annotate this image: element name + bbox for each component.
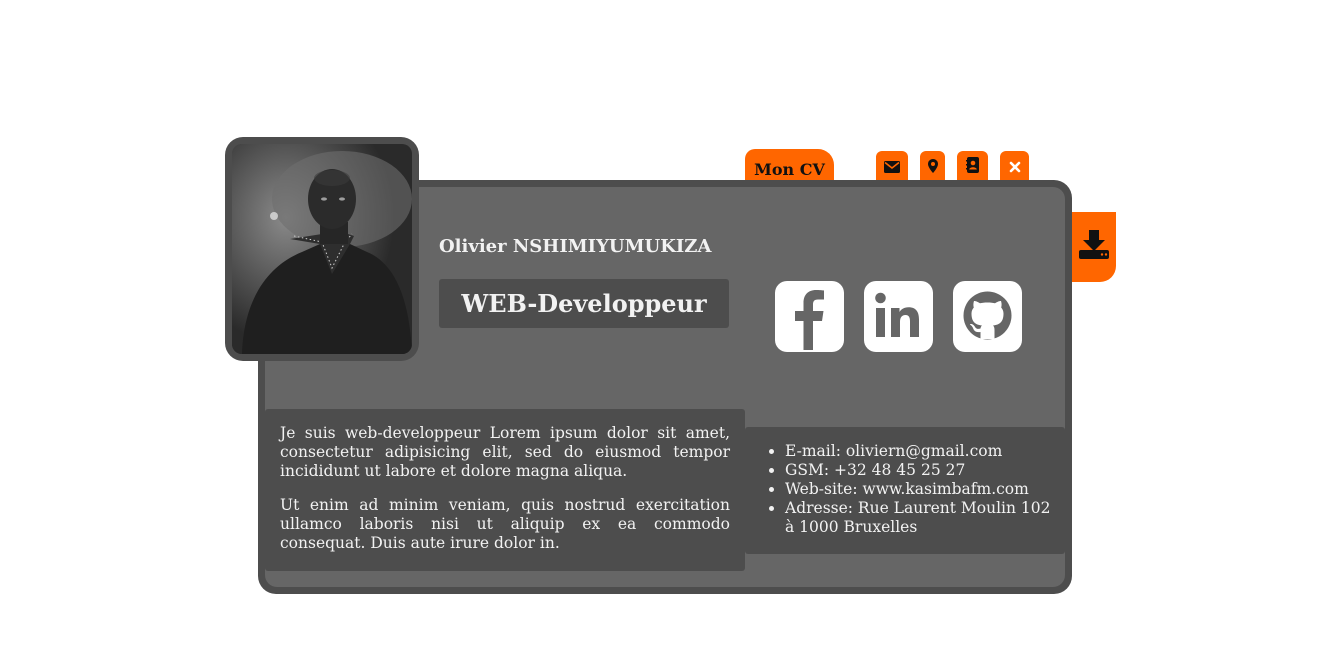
bio-paragraph-1: Je suis web-developpeur Lorem ipsum dolo… (280, 424, 730, 480)
close-icon (1009, 158, 1021, 177)
contact-address: Adresse: Rue Laurent Moulin 102 à 1000 B… (785, 499, 1057, 537)
github-link[interactable] (953, 281, 1022, 354)
cv-page: Mon CV Olivier NSHIMIYUMUKIZA WEB-Develo… (0, 0, 1329, 647)
tab-close[interactable] (1000, 151, 1029, 183)
tab-mon-cv[interactable]: Mon CV (745, 149, 834, 183)
profile-photo-frame (225, 137, 419, 361)
bio-paragraph-2: Ut enim ad minim veniam, quis nostrud ex… (280, 496, 730, 552)
linkedin-icon (864, 281, 933, 354)
tab-location[interactable] (920, 151, 945, 183)
tab-email[interactable] (876, 151, 908, 183)
bio-section: Je suis web-developpeur Lorem ipsum dolo… (265, 409, 745, 571)
contact-email: E-mail: oliviern@gmail.com (785, 442, 1057, 461)
contact-list: E-mail: oliviern@gmail.com GSM: +32 48 4… (785, 442, 1057, 537)
contact-website: Web-site: www.kasimbafm.com (785, 480, 1057, 499)
map-pin-icon (927, 158, 938, 177)
contact-section: E-mail: oliviern@gmail.com GSM: +32 48 4… (745, 427, 1065, 554)
address-book-icon (965, 157, 980, 177)
tab-contacts[interactable] (957, 151, 988, 183)
profile-photo (232, 144, 412, 354)
facebook-icon (775, 281, 844, 354)
envelope-icon (884, 158, 900, 177)
job-title: WEB-Developpeur (439, 279, 729, 328)
contact-phone: GSM: +32 48 45 25 27 (785, 461, 1057, 480)
facebook-link[interactable] (775, 281, 844, 354)
profile-name: Olivier NSHIMIYUMUKIZA (439, 236, 712, 257)
download-icon (1078, 230, 1110, 264)
linkedin-link[interactable] (864, 281, 933, 354)
download-button[interactable] (1072, 212, 1116, 282)
github-icon (953, 281, 1022, 354)
